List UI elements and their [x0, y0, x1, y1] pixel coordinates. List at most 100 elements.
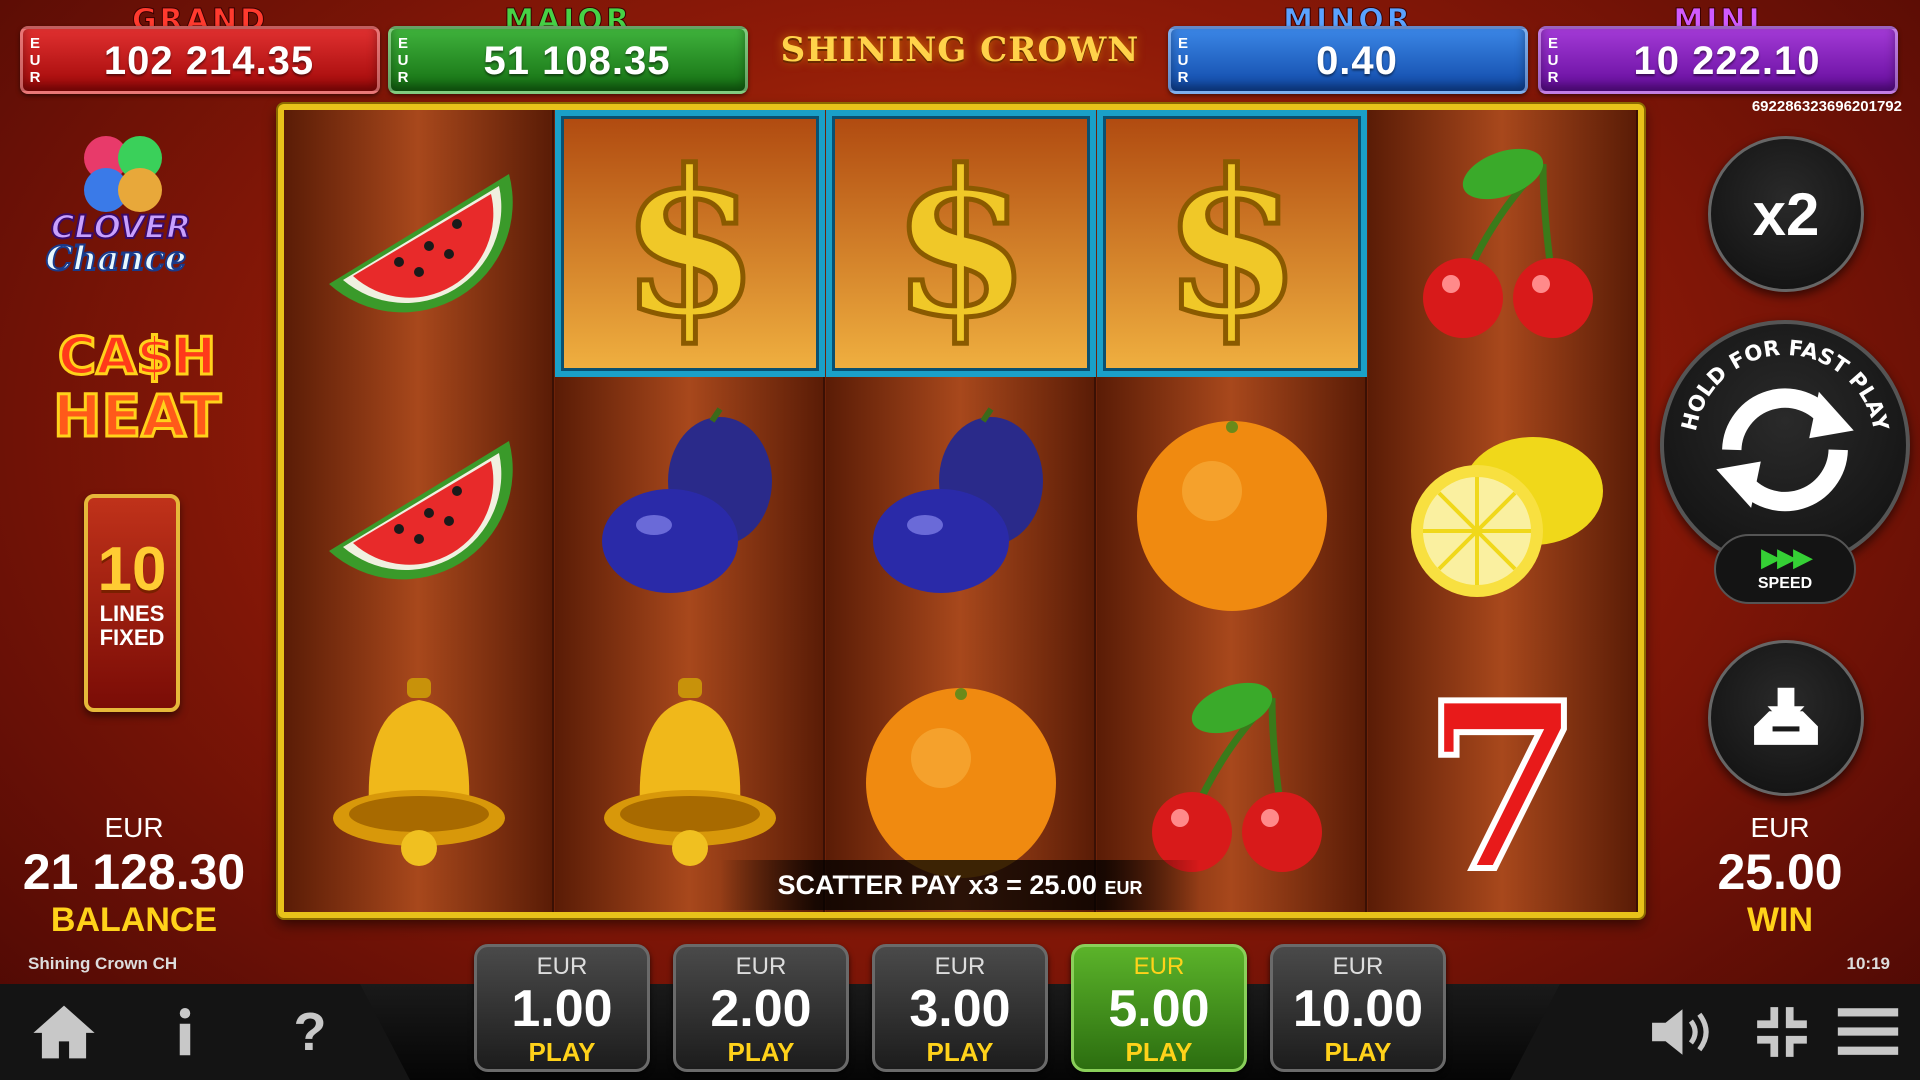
symbol-orange [1097, 377, 1367, 644]
cash-heat-logo[interactable]: CA$H HEAT [46, 318, 228, 452]
jackpot-minor-value: 0.40 [1316, 39, 1398, 83]
win-display: EUR 25.00 WIN [1652, 812, 1908, 940]
menu-button[interactable] [1832, 996, 1904, 1068]
scatter-pay-currency: EUR [1104, 878, 1143, 898]
balance-currency: EUR [104, 812, 164, 843]
speed-label: SPEED [1757, 575, 1813, 592]
spin-icon: HOLD FOR FAST PLAY [1677, 336, 1893, 512]
bet-value: 3.00 [909, 980, 1011, 1038]
reel-area: $ $ $7 [278, 104, 1644, 918]
reel-3: $ [826, 110, 1096, 912]
collect-icon [1754, 687, 1818, 745]
sound-icon [1652, 1009, 1709, 1055]
symbol-plum [826, 377, 1096, 644]
symbol-bell [284, 644, 554, 911]
multiplier-button[interactable]: x2 [1708, 136, 1864, 292]
jackpot-mini: MINI E U R 10 222.10 [1538, 3, 1898, 96]
bet-button-10.00[interactable]: EUR 10.00 PLAY [1270, 944, 1446, 1072]
dollar-icon: $ [1160, 134, 1304, 354]
bet-button-1.00[interactable]: EUR 1.00 PLAY [474, 944, 650, 1072]
help-button[interactable]: ? [270, 996, 350, 1068]
speed-button[interactable]: ▶▶▶ SPEED [1714, 534, 1856, 604]
bet-button-3.00[interactable]: EUR 3.00 PLAY [872, 944, 1048, 1072]
jackpot-minor: MINOR E U R 0.40 [1168, 3, 1528, 96]
bet-currency: EUR [735, 953, 787, 980]
orange-icon [1137, 420, 1327, 611]
lines-indicator: 10 LINES FIXED [84, 494, 180, 712]
balance-value: 21 128.30 [22, 844, 246, 900]
bet-button-2.00[interactable]: EUR 2.00 PLAY [673, 944, 849, 1072]
fast-forward-icon: ▶▶▶ [1761, 542, 1813, 572]
reel-1 [284, 110, 554, 912]
bet-play-label: PLAY [1125, 1037, 1193, 1067]
jackpot-mini-value: 10 222.10 [1633, 39, 1821, 83]
plum-icon [873, 406, 1043, 593]
symbol-dollar: $ [1097, 110, 1367, 377]
symbol-cherry [1368, 110, 1638, 377]
svg-text:CA$H: CA$H [58, 327, 216, 387]
symbol-watermelon [284, 377, 554, 644]
svg-text:Chance: Chance [46, 239, 187, 279]
symbol-dollar: $ [826, 110, 1096, 377]
svg-text:$: $ [1162, 134, 1301, 354]
info-button[interactable] [150, 996, 220, 1068]
bet-currency: EUR [536, 953, 588, 980]
bet-value: 2.00 [710, 980, 812, 1038]
symbol-lemon [1368, 377, 1638, 644]
lines-label: LINES [99, 601, 165, 626]
sound-button[interactable] [1640, 996, 1730, 1068]
bet-currency: EUR [1332, 953, 1384, 980]
lemon-icon [1411, 436, 1603, 597]
dollar-icon: $ [889, 134, 1033, 354]
jackpot-minor-box: E U R 0.40 [1168, 26, 1528, 94]
win-value: 25.00 [1717, 844, 1843, 900]
plum-icon [602, 406, 772, 593]
bet-play-label: PLAY [926, 1037, 994, 1067]
jackpot-grand-box: E U R 102 214.35 [20, 26, 380, 94]
svg-text:HEAT: HEAT [53, 382, 222, 450]
symbol-dollar: $ [555, 110, 825, 377]
svg-text:HOLD FOR FAST PLAY: HOLD FOR FAST PLAY [1677, 336, 1893, 434]
round-id: 6922863236962017​92 [1751, 98, 1902, 115]
watermelon-icon [329, 440, 513, 579]
spin-ring-text: HOLD FOR FAST PLAY [1677, 336, 1893, 434]
svg-text:7: 7 [1423, 668, 1583, 888]
clover-chance-logo[interactable]: CLOVER Chance [36, 120, 206, 280]
reel-4: $ [1097, 110, 1367, 912]
bell-icon [333, 677, 505, 866]
spin-button[interactable]: HOLD FOR FAST PLAY [1660, 320, 1910, 570]
orange-icon [866, 687, 1056, 878]
jackpot-major-value: 51 108.35 [483, 39, 671, 83]
fullscreen-button[interactable] [1742, 996, 1822, 1068]
jackpot-major-box: E U R 51 108.35 [388, 26, 748, 94]
fullscreen-icon [1757, 1007, 1807, 1057]
scatter-pay-message: SCATTER PAY x3 = 25.00 EUR [720, 860, 1200, 910]
jackpot-mini-currency: E U R [1547, 35, 1559, 86]
collect-button[interactable] [1708, 640, 1864, 796]
help-icon: ? [293, 1002, 327, 1062]
bet-value: 10.00 [1292, 980, 1424, 1038]
jackpot-grand-currency: E U R [29, 35, 41, 86]
menu-icon [1837, 1008, 1899, 1055]
bet-play-label: PLAY [727, 1037, 795, 1067]
symbol-watermelon [284, 110, 554, 377]
bet-play-label: PLAY [1324, 1037, 1392, 1067]
jackpot-grand-value: 102 214.35 [103, 39, 315, 83]
balance-display: EUR 21 128.30 BALANCE [0, 812, 268, 940]
home-button[interactable] [24, 996, 104, 1068]
info-icon [179, 1008, 191, 1056]
reel-2: $ [555, 110, 825, 912]
bet-value: 5.00 [1108, 980, 1210, 1038]
bet-button-5.00[interactable]: EUR 5.00 PLAY [1071, 944, 1247, 1072]
win-currency: EUR [1750, 812, 1810, 843]
home-icon [33, 1005, 95, 1059]
symbol-plum [555, 377, 825, 644]
scatter-pay-text: SCATTER PAY x3 = 25.00 [777, 870, 1097, 900]
bet-currency: EUR [1133, 953, 1185, 980]
game-name: Shining Crown CH [28, 954, 178, 973]
cherry-icon [1423, 148, 1593, 338]
svg-text:$: $ [891, 134, 1030, 354]
seven-icon: 7 [1420, 668, 1586, 888]
bell-icon [604, 677, 776, 866]
game-title: SHINING CROWN [780, 30, 1140, 70]
